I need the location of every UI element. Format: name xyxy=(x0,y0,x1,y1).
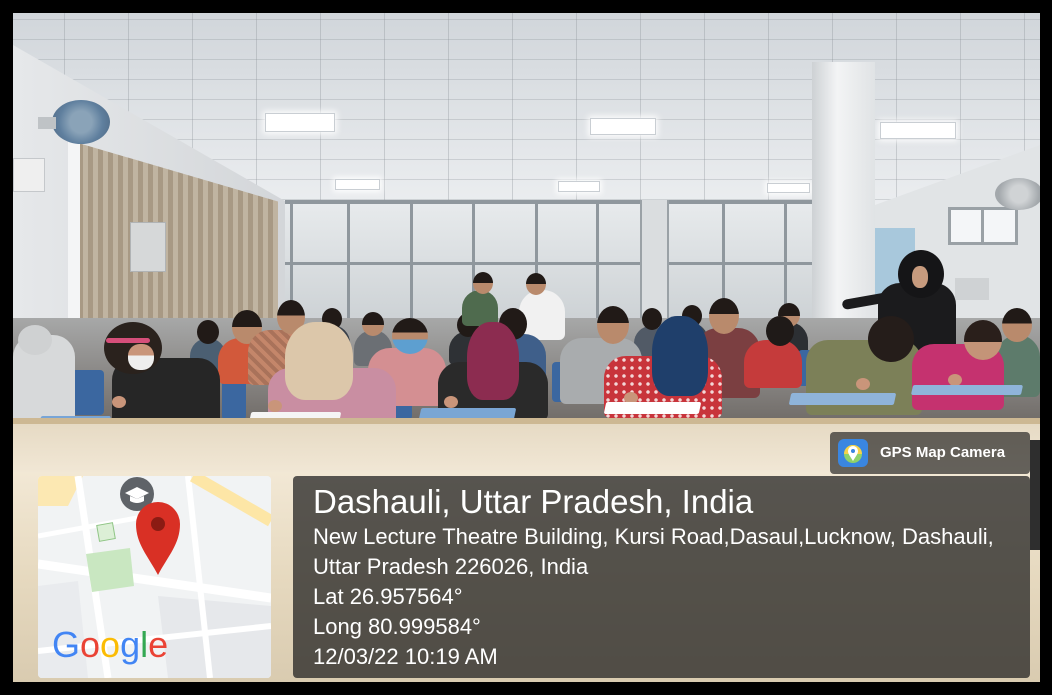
wall-speaker xyxy=(13,158,45,192)
answer-booklet xyxy=(603,402,702,414)
answer-booklet xyxy=(788,393,897,405)
student-face xyxy=(128,344,154,370)
student-head xyxy=(868,316,914,362)
wall-fan xyxy=(52,100,110,144)
ceiling-light xyxy=(265,113,335,132)
answer-booklet xyxy=(910,385,1024,395)
map-park xyxy=(96,522,116,542)
hand xyxy=(444,396,458,408)
google-logo-letter: e xyxy=(148,624,169,665)
timestamp: 12/03/22 10:19 AM xyxy=(313,644,498,669)
air-conditioner xyxy=(130,222,166,272)
student-body xyxy=(744,340,802,388)
student-head xyxy=(18,325,52,355)
window-gap xyxy=(68,140,80,345)
glass-frame xyxy=(784,200,787,320)
student-head xyxy=(1002,308,1032,342)
student-head xyxy=(362,312,384,336)
chair xyxy=(222,380,246,420)
hand xyxy=(856,378,870,390)
ceiling-light xyxy=(335,179,380,190)
student-head xyxy=(392,318,428,354)
google-logo-letter: o xyxy=(100,624,121,665)
hijab xyxy=(285,322,353,400)
hijab xyxy=(652,316,708,396)
student-head xyxy=(597,306,629,344)
wall-fan xyxy=(995,178,1040,210)
map-park xyxy=(86,548,134,592)
wall-window-bar xyxy=(981,207,984,245)
location-title: Dashauli, Uttar Pradesh, India xyxy=(313,483,754,520)
google-logo-letter: l xyxy=(140,624,149,665)
student-head xyxy=(709,298,739,334)
gps-map-camera-icon xyxy=(838,439,868,467)
gps-map-camera-badge: GPS Map Camera xyxy=(830,432,1030,474)
hand xyxy=(268,400,282,412)
glass-frame-middle xyxy=(285,262,812,265)
person-head xyxy=(526,273,546,295)
teacher-face xyxy=(912,266,928,288)
student-head xyxy=(766,316,794,346)
student-head xyxy=(964,320,1002,360)
ceiling-light xyxy=(767,183,810,193)
google-logo-letter: G xyxy=(52,624,81,665)
hijab xyxy=(467,322,519,400)
back-pillar xyxy=(640,200,669,320)
hand xyxy=(112,396,126,408)
glass-frame xyxy=(347,200,350,320)
glass-frame xyxy=(410,200,413,320)
longitude: Long 80.999584° xyxy=(313,614,481,639)
ceiling-light xyxy=(590,118,656,135)
google-logo: Google xyxy=(52,625,168,665)
person-body xyxy=(462,290,498,326)
location-info-panel: Dashauli, Uttar Pradesh, India New Lectu… xyxy=(293,476,1030,678)
headband xyxy=(106,338,150,343)
glass-frame xyxy=(596,200,599,320)
student-head xyxy=(197,320,219,344)
map-thumbnail: Google xyxy=(38,476,271,678)
google-logo-letter: o xyxy=(80,624,101,665)
person-body xyxy=(519,290,565,340)
wall-box xyxy=(955,278,989,300)
ceiling-light xyxy=(558,181,600,192)
glass-frame-top xyxy=(285,200,812,204)
desk-divider xyxy=(1030,440,1040,550)
wall-fan-bracket xyxy=(38,117,56,129)
address-line-1: New Lecture Theatre Building, Kursi Road… xyxy=(313,524,994,549)
person-head xyxy=(473,272,493,294)
ceiling-light xyxy=(880,122,956,139)
google-logo-letter: g xyxy=(120,624,141,665)
badge-label: GPS Map Camera xyxy=(880,444,1006,461)
latitude: Lat 26.957564° xyxy=(313,584,463,609)
address-line-2: Uttar Pradesh 226026, India xyxy=(313,554,589,579)
